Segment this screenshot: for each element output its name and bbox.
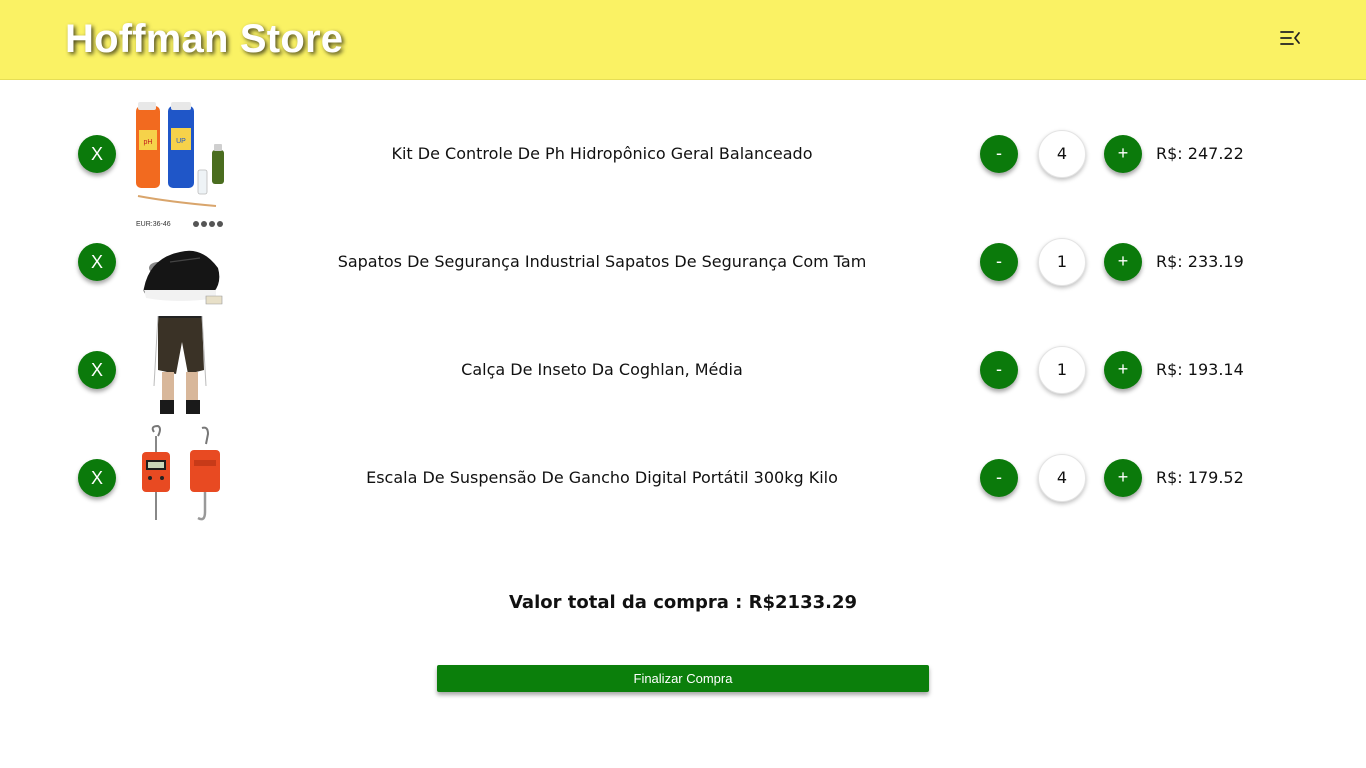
remove-item-button[interactable]: X <box>78 351 116 389</box>
checkout-button[interactable]: Finalizar Compra <box>437 665 929 692</box>
product-price: R$: 247.22 <box>1156 144 1244 163</box>
product-image-insect-pants <box>130 316 230 424</box>
product-name: Escala De Suspensão De Gancho Digital Po… <box>366 468 838 487</box>
product-image-ph-kit: pH UP <box>130 100 230 208</box>
remove-item-button[interactable]: X <box>78 243 116 281</box>
product-image-safety-shoes: EUR:36-46 <box>130 208 230 316</box>
increase-quantity-button[interactable]: + <box>1104 135 1142 173</box>
increase-quantity-button[interactable]: + <box>1104 459 1142 497</box>
top-bar: Hoffman Store <box>0 0 1366 80</box>
product-price: R$: 179.52 <box>1156 468 1244 487</box>
cart-item: X Calça De Inseto Da Coghlan, Média - 1 … <box>0 316 1366 424</box>
product-name: Kit De Controle De Ph Hidropônico Geral … <box>391 144 813 163</box>
store-brand-title[interactable]: Hoffman Store <box>65 14 343 64</box>
increase-quantity-button[interactable]: + <box>1104 243 1142 281</box>
quantity-display: 1 <box>1038 238 1086 286</box>
quantity-display: 4 <box>1038 130 1086 178</box>
increase-quantity-button[interactable]: + <box>1104 351 1142 389</box>
decrease-quantity-button[interactable]: - <box>980 135 1018 173</box>
quantity-display: 1 <box>1038 346 1086 394</box>
decrease-quantity-button[interactable]: - <box>980 459 1018 497</box>
decrease-quantity-button[interactable]: - <box>980 351 1018 389</box>
product-name: Sapatos De Segurança Industrial Sapatos … <box>337 252 867 271</box>
svg-text:pH: pH <box>144 139 153 146</box>
remove-item-button[interactable]: X <box>78 459 116 497</box>
product-price: R$: 193.14 <box>1156 360 1244 379</box>
decrease-quantity-button[interactable]: - <box>980 243 1018 281</box>
product-image-hanging-scale <box>130 424 230 532</box>
menu-collapse-icon[interactable] <box>1278 28 1302 48</box>
product-price: R$: 233.19 <box>1156 252 1244 271</box>
svg-text:UP: UP <box>176 138 186 145</box>
product-name: Calça De Inseto Da Coghlan, Média <box>461 360 743 379</box>
cart-item: X EUR:36-46 Sapatos De Segurança Industr… <box>0 208 1366 316</box>
cart-item: X pH UP Kit De Controle De Ph Hidropônic… <box>0 100 1366 208</box>
cart-item: X Escala De Suspensão De Gancho Digital … <box>0 424 1366 532</box>
remove-item-button[interactable]: X <box>78 135 116 173</box>
quantity-display: 4 <box>1038 454 1086 502</box>
svg-text:EUR:36-46: EUR:36-46 <box>136 221 171 228</box>
order-total: Valor total da compra : R$2133.29 <box>508 592 858 613</box>
